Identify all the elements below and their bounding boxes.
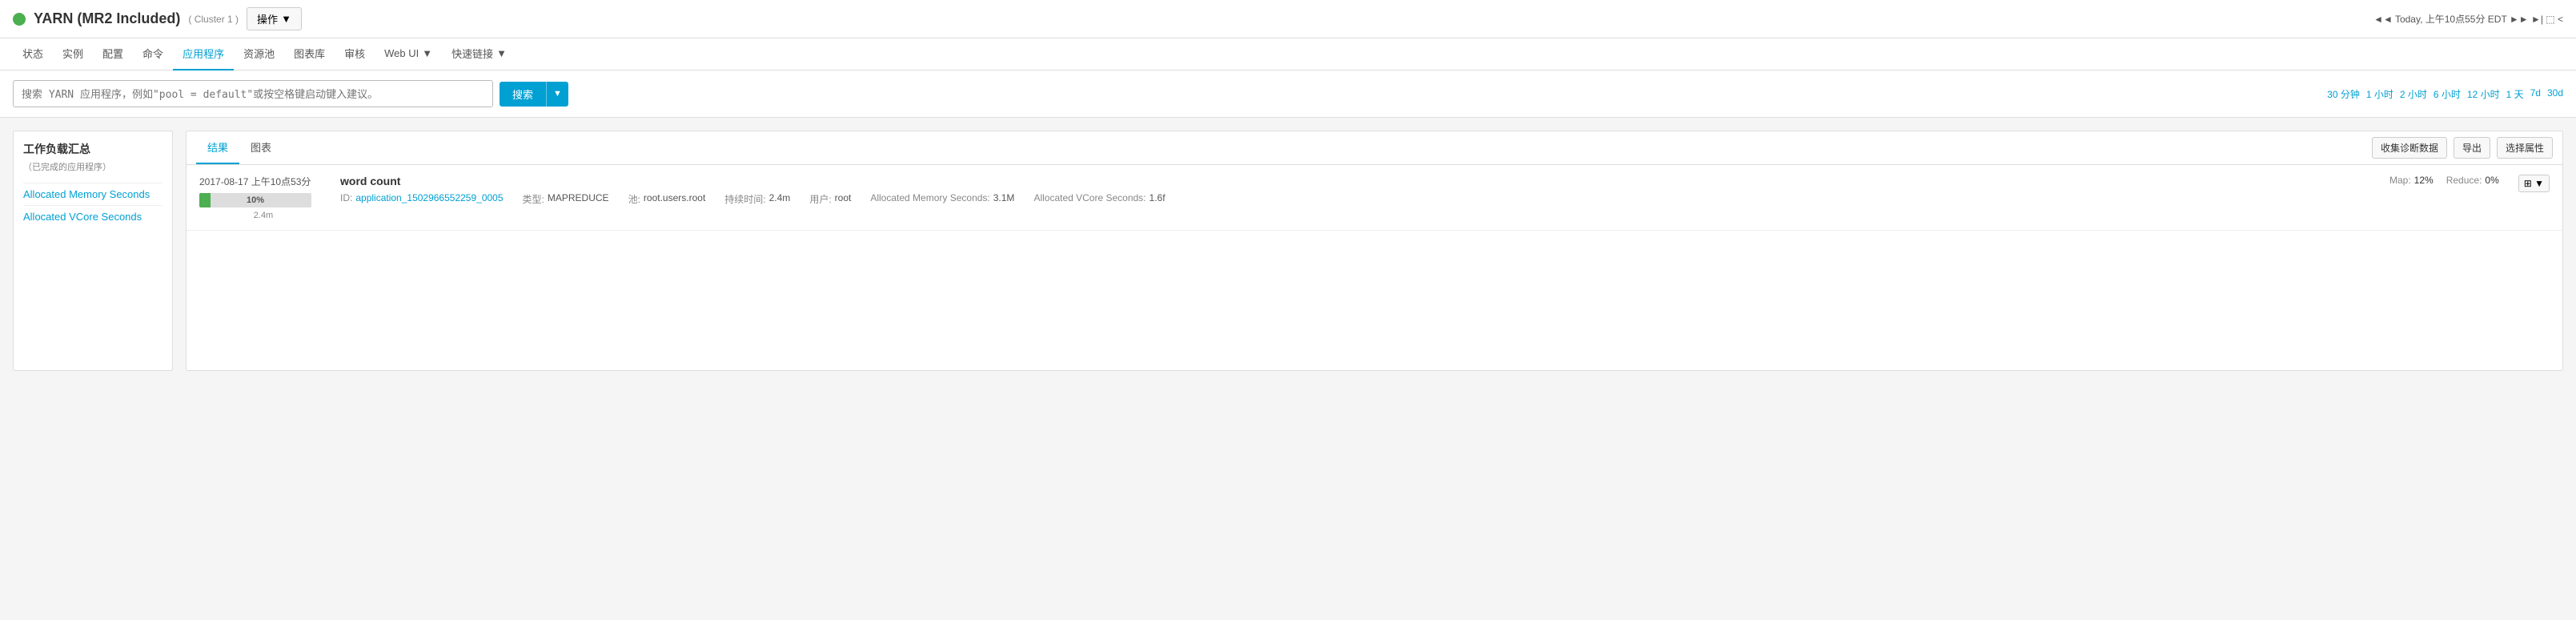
- search-left: 搜索 ▼: [13, 80, 2327, 107]
- detail-pool: 池: root.users.root: [628, 192, 706, 206]
- sidebar-item-alloc-mem[interactable]: Allocated Memory Seconds: [23, 183, 163, 205]
- nav-item-instances[interactable]: 实例: [53, 38, 93, 70]
- ops-button[interactable]: 操作 ▼: [247, 7, 302, 30]
- time-filter-30d[interactable]: 30d: [2547, 87, 2563, 101]
- alloc-vcores-label: Allocated VCore Seconds:: [1033, 192, 1146, 206]
- app-title: YARN (MR2 Included): [34, 10, 180, 27]
- nav-item-pools[interactable]: 资源池: [234, 38, 284, 70]
- tabs-row: 结果 图表 收集诊断数据 导出 选择属性: [187, 131, 2562, 165]
- header-left: YARN (MR2 Included) ( Cluster 1 ) 操作 ▼: [13, 7, 302, 30]
- detail-alloc-mem: Allocated Memory Seconds: 3.1M: [870, 192, 1014, 206]
- search-dropdown-button[interactable]: ▼: [546, 82, 568, 107]
- time-filter-2h[interactable]: 2 小时: [2400, 87, 2427, 101]
- app-name: word count: [340, 175, 2377, 187]
- result-right: Map: 12% Reduce: 0% ⊞ ▼: [2389, 175, 2550, 192]
- detail-id: ID: application_1502966552259_0005: [340, 192, 504, 206]
- nav-item-config[interactable]: 配置: [93, 38, 133, 70]
- sidebar-title: 工作负载汇总: [23, 141, 163, 157]
- result-middle: word count ID: application_1502966552259…: [340, 175, 2377, 206]
- time-filter-1h[interactable]: 1 小时: [2366, 87, 2393, 101]
- id-value[interactable]: application_1502966552259_0005: [355, 192, 503, 206]
- duration-value: 2.4m: [769, 192, 791, 206]
- time-info: ◄◄ Today, 上午10点55分 EDT ►► ►| ⬚ <: [2373, 12, 2563, 26]
- tabs-actions: 收集诊断数据 导出 选择属性: [2372, 137, 2553, 159]
- type-value: MAPREDUCE: [548, 192, 609, 206]
- pool-label: 池:: [628, 192, 640, 206]
- progress-label: 10%: [199, 193, 311, 207]
- nav-bar: 状态 实例 配置 命令 应用程序 资源池 图表库 审核 Web UI ▼ 快速链…: [0, 38, 2576, 70]
- header-right: ◄◄ Today, 上午10点55分 EDT ►► ►| ⬚ <: [2373, 12, 2563, 26]
- search-button-group: 搜索 ▼: [500, 82, 568, 107]
- metric-row: Map: 12% Reduce: 0%: [2389, 175, 2499, 186]
- ops-arrow-icon: ▼: [281, 13, 291, 25]
- search-button[interactable]: 搜索: [500, 82, 546, 107]
- collect-diag-button[interactable]: 收集诊断数据: [2372, 137, 2447, 159]
- time-filters: 30 分钟 1 小时 2 小时 6 小时 12 小时 1 天 7d 30d: [2327, 87, 2563, 101]
- detail-alloc-vcores: Allocated VCore Seconds: 1.6f: [1033, 192, 1165, 206]
- result-details: ID: application_1502966552259_0005 类型: M…: [340, 192, 2377, 206]
- detail-type: 类型: MAPREDUCE: [523, 192, 609, 206]
- time-filter-1d[interactable]: 1 天: [2506, 87, 2524, 101]
- time-filter-30min[interactable]: 30 分钟: [2327, 87, 2360, 101]
- cluster-tag: ( Cluster 1 ): [188, 14, 239, 25]
- tab-results[interactable]: 结果: [196, 131, 239, 164]
- search-area: 搜索 ▼ 30 分钟 1 小时 2 小时 6 小时 12 小时 1 天 7d 3…: [0, 70, 2576, 118]
- result-card: 2017-08-17 上午10点53分 10% 2.4m word count …: [187, 165, 2562, 231]
- nav-item-commands[interactable]: 命令: [133, 38, 173, 70]
- detail-user: 用户: root: [809, 192, 851, 206]
- nav-item-quicklinks[interactable]: 快速链接 ▼: [442, 38, 516, 70]
- map-label: Map:: [2389, 175, 2411, 186]
- result-left: 2017-08-17 上午10点53分 10% 2.4m: [199, 175, 327, 220]
- type-label: 类型:: [523, 192, 544, 206]
- nav-item-charts[interactable]: 图表库: [284, 38, 335, 70]
- sidebar-item-alloc-vcore[interactable]: Allocated VCore Seconds: [23, 205, 163, 227]
- id-label: ID:: [340, 192, 352, 206]
- results-area: 结果 图表 收集诊断数据 导出 选择属性 2017-08-17 上午10点53分…: [186, 131, 2563, 371]
- alloc-mem-value: 3.1M: [993, 192, 1015, 206]
- detail-duration: 持续时间: 2.4m: [724, 192, 790, 206]
- card-icon-button[interactable]: ⊞ ▼: [2518, 175, 2550, 192]
- progress-bar: 10%: [199, 193, 311, 207]
- main-content: 工作负载汇总 （已完成的应用程序） Allocated Memory Secon…: [0, 118, 2576, 384]
- nav-item-webui[interactable]: Web UI ▼: [375, 39, 442, 69]
- top-header: YARN (MR2 Included) ( Cluster 1 ) 操作 ▼ ◄…: [0, 0, 2576, 38]
- tab-charts[interactable]: 图表: [239, 131, 283, 164]
- alloc-mem-label: Allocated Memory Seconds:: [870, 192, 989, 206]
- ops-label: 操作: [257, 11, 278, 26]
- alloc-vcores-value: 1.6f: [1150, 192, 1166, 206]
- result-date: 2017-08-17 上午10点53分: [199, 175, 327, 188]
- nav-item-status[interactable]: 状态: [13, 38, 53, 70]
- duration-label: 持续时间:: [724, 192, 765, 206]
- time-filter-6h[interactable]: 6 小时: [2434, 87, 2461, 101]
- search-input[interactable]: [13, 80, 493, 107]
- nav-item-audit[interactable]: 审核: [335, 38, 375, 70]
- user-value: root: [835, 192, 852, 206]
- tabs: 结果 图表: [196, 131, 283, 164]
- result-duration: 2.4m: [199, 211, 327, 220]
- time-filter-12h[interactable]: 12 小时: [2467, 87, 2500, 101]
- sidebar: 工作负载汇总 （已完成的应用程序） Allocated Memory Secon…: [13, 131, 173, 371]
- result-header: 2017-08-17 上午10点53分 10% 2.4m word count …: [199, 175, 2550, 220]
- map-metric: Map: 12%: [2389, 175, 2434, 186]
- webui-arrow-icon: ▼: [422, 47, 432, 59]
- pool-value: root.users.root: [644, 192, 705, 206]
- export-button[interactable]: 导出: [2454, 137, 2490, 159]
- select-attrs-button[interactable]: 选择属性: [2497, 137, 2553, 159]
- user-label: 用户:: [809, 192, 831, 206]
- sidebar-subtitle: （已完成的应用程序）: [23, 160, 163, 173]
- reduce-value: 0%: [2485, 175, 2498, 186]
- time-filter-7d[interactable]: 7d: [2530, 87, 2541, 101]
- nav-item-apps[interactable]: 应用程序: [173, 38, 234, 70]
- map-value: 12%: [2414, 175, 2434, 186]
- quicklinks-arrow-icon: ▼: [496, 47, 507, 59]
- status-dot: [13, 13, 26, 26]
- reduce-metric: Reduce: 0%: [2446, 175, 2499, 186]
- reduce-label: Reduce:: [2446, 175, 2482, 186]
